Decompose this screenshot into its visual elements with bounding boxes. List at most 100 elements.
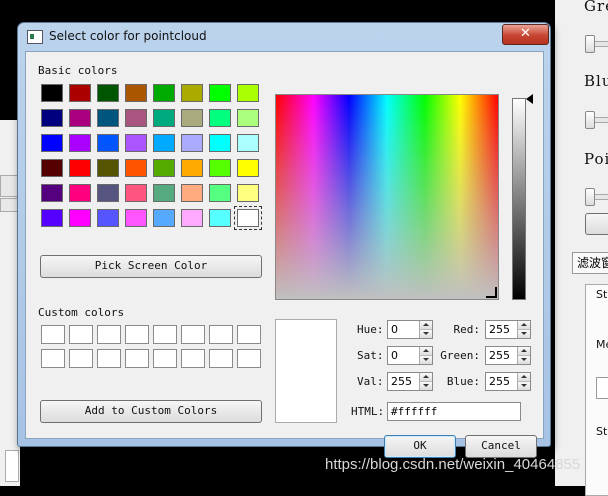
basic-color-swatch[interactable]	[237, 109, 259, 127]
basic-color-swatch[interactable]	[125, 159, 147, 177]
custom-color-slot[interactable]	[69, 325, 93, 344]
basic-color-swatch[interactable]	[41, 109, 63, 127]
basic-color-swatch[interactable]	[125, 134, 147, 152]
custom-color-slot[interactable]	[209, 325, 233, 344]
add-to-custom-colors-button[interactable]: Add to Custom Colors	[40, 400, 262, 423]
custom-color-slot[interactable]	[125, 325, 149, 344]
green-spinbox[interactable]: 255	[485, 346, 531, 365]
basic-color-swatch[interactable]	[97, 134, 119, 152]
cancel-button[interactable]: Cancel	[465, 435, 537, 458]
hue-spinbox[interactable]: 0	[387, 320, 433, 339]
blue-slider-thumb[interactable]	[585, 111, 595, 129]
basic-color-swatch[interactable]	[181, 134, 203, 152]
basic-color-swatch[interactable]	[237, 134, 259, 152]
basic-color-swatch[interactable]	[237, 184, 259, 202]
basic-color-swatch[interactable]	[69, 134, 91, 152]
basic-color-swatch[interactable]	[153, 134, 175, 152]
spin-up-icon[interactable]	[517, 321, 530, 330]
hue-saturation-spectrum[interactable]	[275, 94, 499, 300]
basic-color-swatch[interactable]	[97, 184, 119, 202]
basic-color-swatch[interactable]	[41, 134, 63, 152]
basic-color-swatch[interactable]	[181, 84, 203, 102]
basic-color-swatch[interactable]	[153, 84, 175, 102]
background-input[interactable]	[596, 377, 608, 399]
spin-up-icon[interactable]	[517, 347, 530, 356]
custom-color-slot[interactable]	[97, 349, 121, 368]
basic-color-swatch[interactable]	[209, 84, 231, 102]
basic-color-swatch[interactable]	[181, 109, 203, 127]
basic-color-swatch[interactable]	[41, 159, 63, 177]
luminance-bar[interactable]	[512, 98, 526, 300]
basic-color-swatch[interactable]	[125, 209, 147, 227]
spin-down-icon[interactable]	[419, 356, 432, 364]
close-button[interactable]: ✕	[502, 24, 549, 45]
spin-up-icon[interactable]	[419, 321, 432, 330]
filter-window-button[interactable]: 滤波窗	[572, 252, 608, 274]
tab-label[interactable]: St	[596, 288, 607, 301]
spin-up-icon[interactable]	[419, 373, 432, 382]
basic-color-swatch[interactable]	[41, 209, 63, 227]
custom-color-slot[interactable]	[97, 325, 121, 344]
custom-color-slot[interactable]	[181, 325, 205, 344]
custom-color-slot[interactable]	[41, 325, 65, 344]
html-input[interactable]: #ffffff	[387, 402, 521, 421]
spin-down-icon[interactable]	[419, 382, 432, 390]
title-bar[interactable]: Select color for pointcloud ✕	[18, 23, 550, 49]
spin-up-icon[interactable]	[517, 373, 530, 382]
basic-color-swatch[interactable]	[41, 84, 63, 102]
basic-color-swatch[interactable]	[69, 84, 91, 102]
basic-color-swatch[interactable]	[181, 184, 203, 202]
basic-color-swatch[interactable]	[209, 209, 231, 227]
custom-color-slot[interactable]	[69, 349, 93, 368]
red-spinbox[interactable]: 255	[485, 320, 531, 339]
green-slider-thumb[interactable]	[585, 35, 595, 53]
custom-color-slot[interactable]	[181, 349, 205, 368]
basic-color-swatch[interactable]	[69, 159, 91, 177]
basic-color-swatch[interactable]	[97, 109, 119, 127]
custom-color-slot[interactable]	[41, 349, 65, 368]
custom-color-slot[interactable]	[237, 325, 261, 344]
basic-color-swatch[interactable]	[209, 184, 231, 202]
basic-color-swatch[interactable]	[41, 184, 63, 202]
custom-color-slot[interactable]	[153, 325, 177, 344]
point-size-slider-thumb[interactable]	[585, 188, 595, 206]
spin-down-icon[interactable]	[517, 356, 530, 364]
spin-down-icon[interactable]	[419, 330, 432, 338]
basic-color-swatch[interactable]	[97, 209, 119, 227]
blue-spinbox[interactable]: 255	[485, 372, 531, 391]
custom-color-slot[interactable]	[153, 349, 177, 368]
ok-button[interactable]: OK	[384, 435, 456, 458]
basic-color-swatch[interactable]	[181, 159, 203, 177]
basic-color-swatch[interactable]	[153, 184, 175, 202]
basic-color-swatch[interactable]	[97, 84, 119, 102]
custom-color-slot[interactable]	[237, 349, 261, 368]
pick-screen-color-button[interactable]: Pick Screen Color	[40, 255, 262, 278]
spin-down-icon[interactable]	[517, 382, 530, 390]
basic-color-swatch[interactable]	[209, 134, 231, 152]
basic-color-swatch[interactable]	[234, 206, 262, 230]
custom-color-slot[interactable]	[209, 349, 233, 368]
val-spinbox[interactable]: 255	[387, 372, 433, 391]
basic-color-swatch[interactable]	[69, 109, 91, 127]
spin-up-icon[interactable]	[419, 347, 432, 356]
basic-color-swatch[interactable]	[69, 209, 91, 227]
basic-color-swatch[interactable]	[125, 184, 147, 202]
background-button[interactable]	[585, 213, 608, 235]
basic-color-swatch[interactable]	[209, 159, 231, 177]
basic-color-swatch[interactable]	[237, 84, 259, 102]
luminance-arrow-icon[interactable]	[526, 94, 533, 104]
basic-color-swatch[interactable]	[237, 159, 259, 177]
basic-color-swatch[interactable]	[69, 184, 91, 202]
basic-color-swatch[interactable]	[125, 84, 147, 102]
basic-color-swatch[interactable]	[153, 109, 175, 127]
spectrum-cursor[interactable]	[486, 287, 497, 298]
basic-color-swatch[interactable]	[97, 159, 119, 177]
custom-color-slot[interactable]	[125, 349, 149, 368]
sat-spinbox[interactable]: 0	[387, 346, 433, 365]
basic-color-swatch[interactable]	[153, 159, 175, 177]
basic-color-swatch[interactable]	[181, 209, 203, 227]
basic-color-swatch[interactable]	[209, 109, 231, 127]
basic-color-swatch[interactable]	[153, 209, 175, 227]
basic-color-swatch[interactable]	[125, 109, 147, 127]
spin-down-icon[interactable]	[517, 330, 530, 338]
